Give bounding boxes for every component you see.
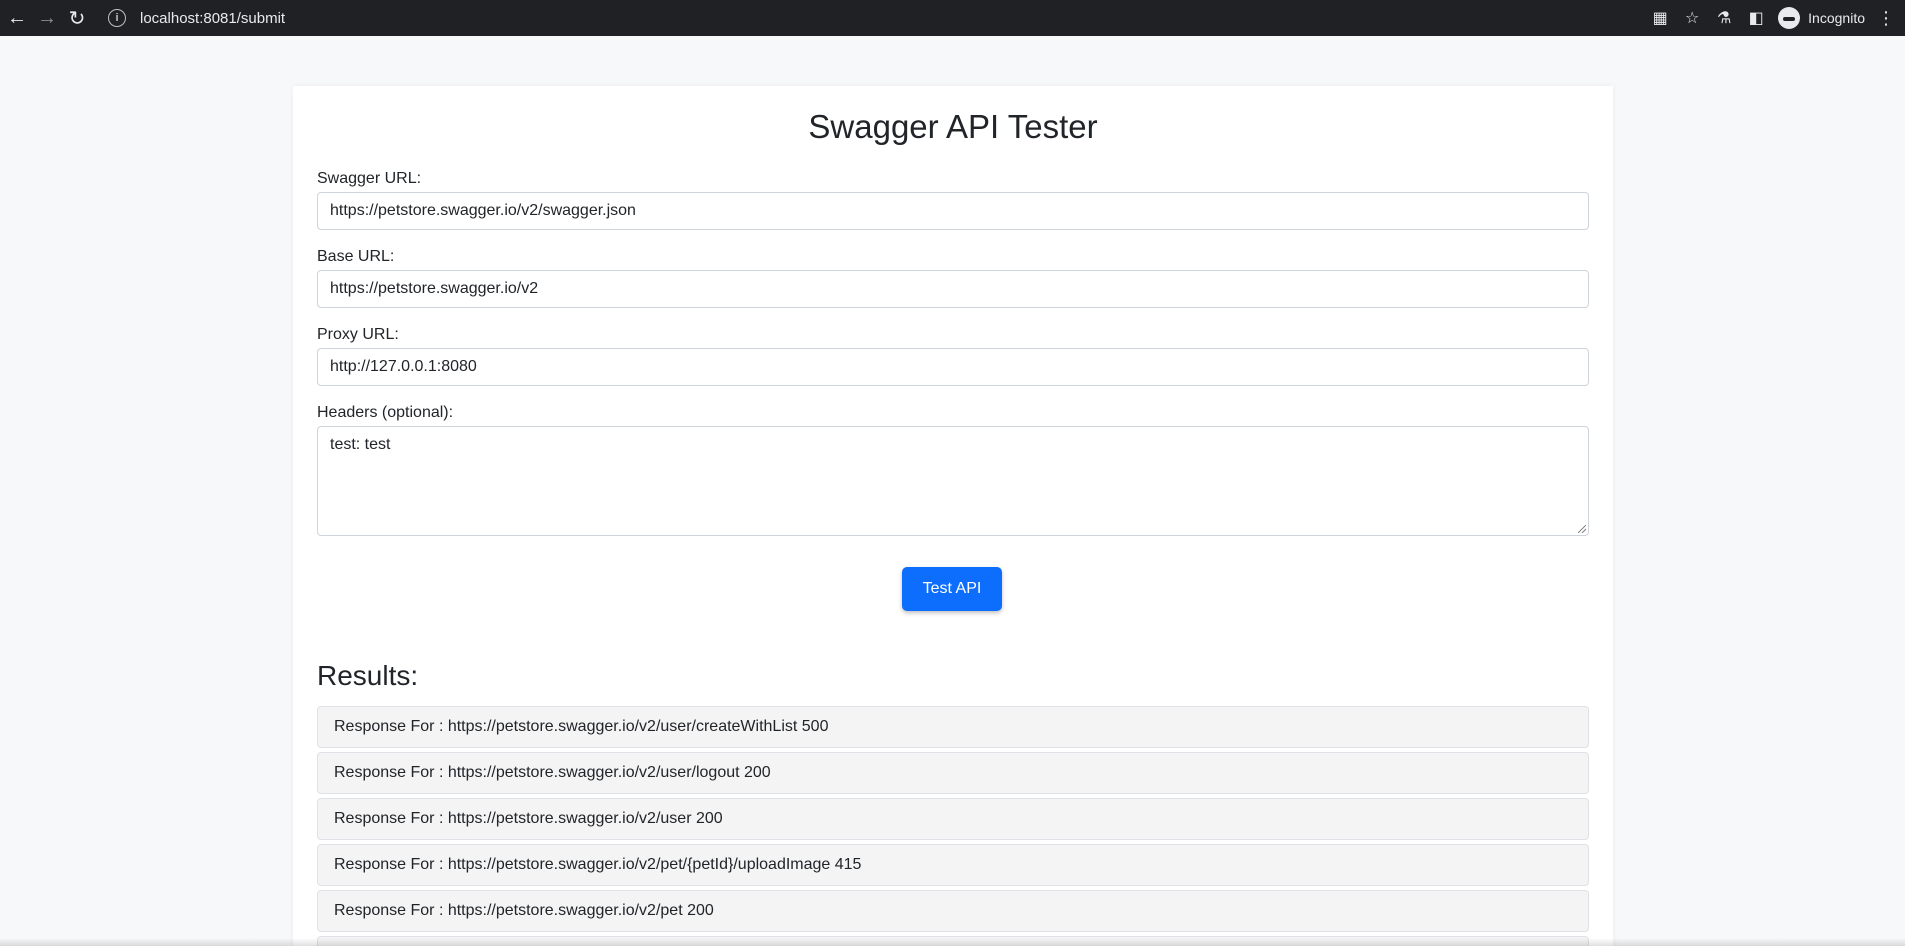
site-info-icon[interactable]: i	[108, 9, 126, 27]
qr-code-icon[interactable]: ▦	[1644, 4, 1676, 32]
base-url-label: Base URL:	[317, 248, 395, 265]
side-panel-icon[interactable]: ◧	[1740, 4, 1772, 32]
address-bar[interactable]: i localhost:8081/submit	[108, 4, 1613, 32]
headers-label: Headers (optional):	[317, 404, 454, 421]
page-title: Swagger API Tester	[808, 108, 1098, 145]
back-icon[interactable]: ←	[2, 4, 32, 32]
result-item[interactable]: Response For : https://petstore.swagger.…	[317, 844, 1589, 886]
proxy-url-label: Proxy URL:	[317, 326, 399, 343]
menu-icon[interactable]: ⋮	[1875, 8, 1897, 29]
results-heading: Results:	[317, 660, 419, 691]
tester-card: Swagger API Tester Swagger URL: https://…	[293, 86, 1613, 946]
swagger-url-label: Swagger URL:	[317, 170, 422, 187]
labs-flask-icon[interactable]: ⚗	[1708, 4, 1740, 32]
forward-icon[interactable]: →	[32, 4, 62, 32]
results-list: Response For : https://petstore.swagger.…	[317, 706, 1589, 946]
swagger-url-input[interactable]: https://petstore.swagger.io/v2/swagger.j…	[317, 192, 1589, 230]
profile-label: Incognito	[1808, 10, 1865, 26]
base-url-value: https://petstore.swagger.io/v2	[330, 280, 539, 297]
headers-textarea[interactable]: test: test	[317, 426, 1589, 536]
reload-icon[interactable]: ↻	[62, 4, 92, 32]
proxy-url-value: http://127.0.0.1:8080	[330, 358, 477, 375]
bookmark-star-icon[interactable]: ☆	[1676, 4, 1708, 32]
resize-handle-icon[interactable]	[1578, 525, 1586, 533]
proxy-url-input[interactable]: http://127.0.0.1:8080	[317, 348, 1589, 386]
result-item[interactable]: Response For : https://petstore.swagger.…	[317, 798, 1589, 840]
result-item[interactable]: Response For : https://petstore.swagger.…	[317, 706, 1589, 748]
result-item[interactable]: Response For : https://petstore.swagger.…	[317, 752, 1589, 794]
test-api-button[interactable]: Test API	[902, 567, 1002, 611]
base-url-input[interactable]: https://petstore.swagger.io/v2	[317, 270, 1589, 308]
profile-button[interactable]: Incognito	[1778, 7, 1865, 29]
result-item[interactable]: Response For : https://petstore.swagger.…	[317, 890, 1589, 932]
address-bar-url: localhost:8081/submit	[140, 9, 286, 27]
incognito-icon	[1778, 7, 1801, 29]
browser-toolbar: ← → ↻ i localhost:8081/submit ▦ ☆ ⚗ ◧ In…	[0, 0, 1905, 36]
headers-value: test: test	[330, 436, 391, 453]
bottom-shadow	[0, 938, 1905, 946]
swagger-url-value: https://petstore.swagger.io/v2/swagger.j…	[330, 202, 636, 219]
